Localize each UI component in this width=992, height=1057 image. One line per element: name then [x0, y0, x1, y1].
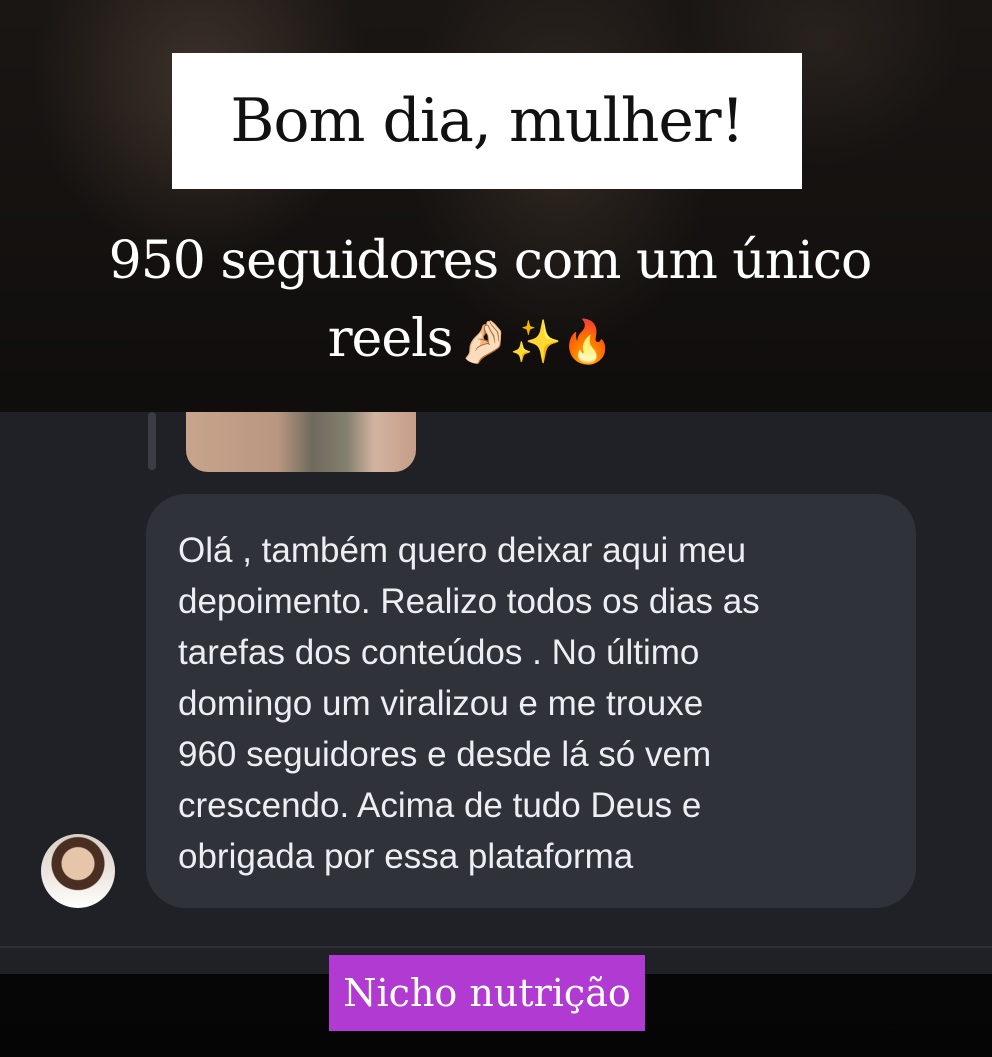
title-banner: Bom dia, mulher! — [172, 53, 802, 189]
subtitle-line-2: reels 🤌🏻✨🔥 — [40, 300, 940, 381]
chat-divider — [0, 946, 992, 948]
emoji-group: 🤌🏻✨🔥 — [458, 317, 613, 366]
message-text: Olá , também quero deixar aqui meu depoi… — [178, 531, 760, 876]
subtitle-line-2-text: reels — [327, 309, 454, 369]
previous-image-attachment[interactable] — [186, 412, 416, 472]
title-text: Bom dia, mulher! — [230, 86, 744, 156]
sender-avatar[interactable] — [41, 834, 115, 908]
subtitle-caption: 950 seguidores com um único reels 🤌🏻✨🔥 — [40, 222, 940, 381]
chat-scrollbar[interactable] — [148, 412, 156, 470]
niche-tag-label: Nicho nutrição — [343, 971, 631, 1015]
subtitle-line-1: 950 seguidores com um único — [108, 231, 873, 291]
niche-tag: Nicho nutrição — [329, 955, 645, 1031]
